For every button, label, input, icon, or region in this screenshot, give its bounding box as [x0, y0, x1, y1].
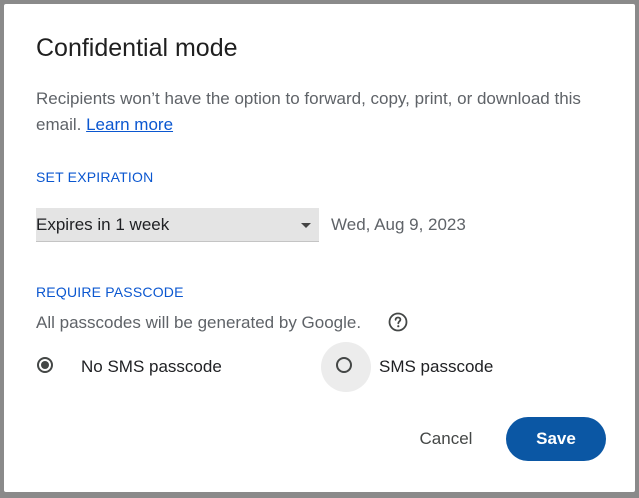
expiration-select-value: Expires in 1 week	[36, 215, 170, 234]
expiration-date: Wed, Aug 9, 2023	[331, 215, 466, 234]
passcode-note: All passcodes will be generated by Googl…	[36, 313, 362, 332]
help-icon[interactable]	[388, 312, 408, 332]
radio-no-sms-passcode[interactable]: No SMS passcode	[22, 342, 262, 392]
expiration-select[interactable]: Expires in 1 week	[36, 208, 319, 242]
confidential-mode-dialog: Confidential mode Recipients won’t have …	[4, 4, 635, 492]
radio-selected-icon	[37, 357, 53, 373]
require-passcode-label: REQUIRE PASSCODE	[36, 284, 184, 300]
cancel-button[interactable]: Cancel	[399, 417, 493, 461]
dialog-title: Confidential mode	[36, 34, 238, 62]
radio-label: No SMS passcode	[81, 357, 222, 376]
radio-label: SMS passcode	[379, 357, 494, 376]
save-button[interactable]: Save	[506, 417, 606, 461]
learn-more-link[interactable]: Learn more	[86, 115, 173, 134]
dialog-description: Recipients won’t have the option to forw…	[36, 86, 596, 138]
radio-unselected-icon	[336, 357, 352, 373]
radio-sms-passcode[interactable]: SMS passcode	[321, 342, 541, 392]
set-expiration-label: SET EXPIRATION	[36, 169, 154, 185]
dropdown-arrow-icon	[301, 223, 311, 228]
